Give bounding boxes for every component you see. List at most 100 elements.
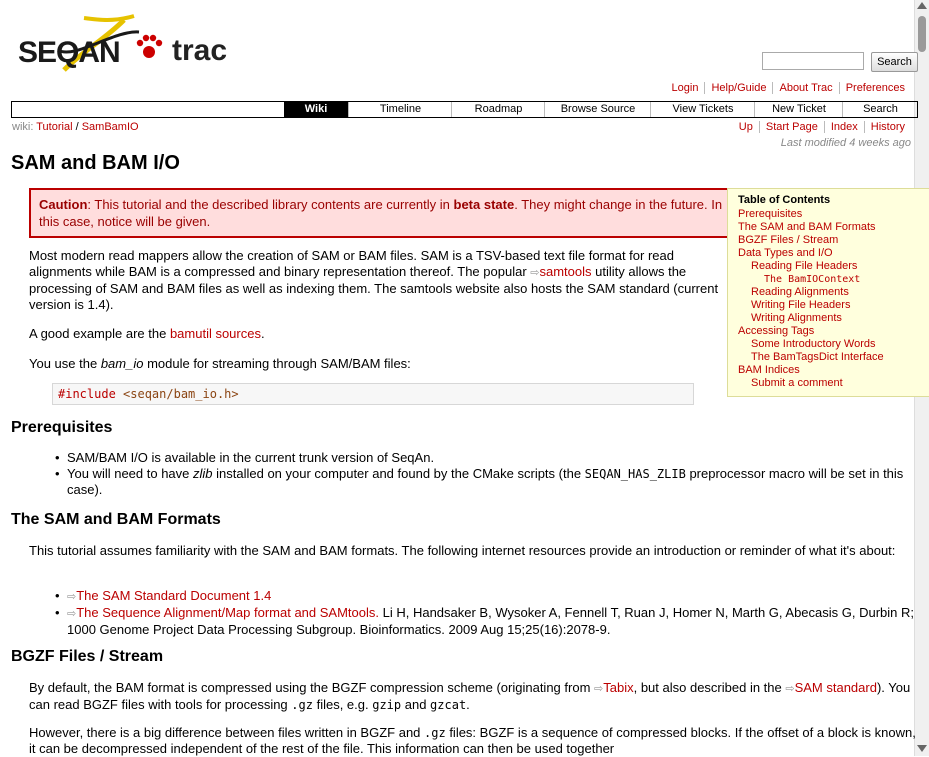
page-title: SAM and BAM I/O <box>11 152 180 174</box>
gz-code: .gz <box>291 698 313 712</box>
scroll-down-arrow-icon[interactable] <box>917 745 927 752</box>
external-link-icon: ⇨ <box>594 683 604 695</box>
sam-standard-link[interactable]: The SAM Standard Document 1.4 <box>76 588 271 603</box>
nav-tab-view-tickets[interactable]: View Tickets <box>650 102 755 117</box>
scroll-up-arrow-icon[interactable] <box>917 2 927 9</box>
external-link-icon: ⇨ <box>785 683 795 695</box>
prerequisites-list: SAM/BAM I/O is available in the current … <box>55 450 929 498</box>
code-directive: #include <box>58 387 116 401</box>
toc-item[interactable]: Data Types and I/O <box>738 247 920 260</box>
samtools-link[interactable]: samtools <box>539 264 591 279</box>
example-text-end: . <box>260 326 265 341</box>
index-link[interactable]: Index <box>823 121 864 133</box>
heading-bgzf: BGZF Files / Stream <box>11 648 164 665</box>
module-name: bam_io <box>100 356 144 371</box>
zlib-text: zlib <box>193 466 213 481</box>
list-item: ⇨The SAM Standard Document 1.4 <box>55 588 915 605</box>
last-modified-label: Last modified <box>780 137 847 149</box>
list-item: You will need to have zlib installed on … <box>55 466 929 498</box>
caution-beta-state: beta state <box>453 197 515 212</box>
prereq-text-2: installed on your computer and found by … <box>212 466 585 481</box>
last-modified-ago-link[interactable]: 4 weeks ago <box>849 137 911 149</box>
toc-title: Table of Contents <box>738 194 831 206</box>
external-link-icon: ⇨ <box>67 608 77 620</box>
logo-trac-text: trac <box>172 34 228 67</box>
breadcrumb-sambamio[interactable]: SamBamIO <box>82 121 139 133</box>
list-item: ⇨The Sequence Alignment/Map format and S… <box>55 605 915 638</box>
logo-seqan-text: SEQAN <box>18 36 121 69</box>
toc-item[interactable]: Accessing Tags <box>738 325 920 338</box>
meta-navigation: Login Help/Guide About Trac Preferences <box>666 82 911 94</box>
toc-item[interactable]: Reading Alignments <box>738 286 920 299</box>
breadcrumb: wiki: Tutorial / SamBamIO <box>12 121 139 133</box>
intro-paragraph: Most modern read mappers allow the creat… <box>29 248 719 313</box>
preferences-link[interactable]: Preferences <box>838 82 911 94</box>
search-button[interactable]: Search <box>871 52 918 72</box>
login-link[interactable]: Login <box>666 82 705 94</box>
toc-item[interactable]: Some Introductory Words <box>738 338 920 351</box>
module-text-1: You use the <box>29 356 101 371</box>
bgzf-text-1: By default, the BAM format is compressed… <box>29 680 595 695</box>
breadcrumb-tutorial[interactable]: Tutorial <box>36 121 72 133</box>
sam-standard-link-2[interactable]: SAM standard <box>795 680 877 695</box>
nav-tab-roadmap[interactable]: Roadmap <box>451 102 545 117</box>
gz-code-2: .gz <box>424 726 446 740</box>
caution-text-1: : This tutorial and the described librar… <box>87 197 454 212</box>
toc-item[interactable]: Submit a comment <box>738 377 920 390</box>
toc-item[interactable]: Prerequisites <box>738 208 920 221</box>
nav-tab-wiki[interactable]: Wiki <box>284 102 348 117</box>
prereq-text-1: You will need to have <box>67 466 194 481</box>
code-block: #include <seqan/bam_io.h> <box>52 383 694 405</box>
caution-label: Caution <box>39 197 88 212</box>
bgzf-paragraph-2: However, there is a big difference betwe… <box>29 725 917 757</box>
bgzf-text-2: , but also described in the <box>633 680 786 695</box>
search-input[interactable] <box>762 52 864 70</box>
start-page-link[interactable]: Start Page <box>758 121 824 133</box>
bgzf-text-5: and <box>401 697 431 712</box>
example-paragraph: A good example are the bamutil sources. <box>29 326 719 342</box>
nav-tab-new-ticket[interactable]: New Ticket <box>754 102 843 117</box>
heading-sam-bam-formats: The SAM and BAM Formats <box>11 511 221 528</box>
nav-tab-timeline[interactable]: Timeline <box>348 102 452 117</box>
nav-tab-browse-source[interactable]: Browse Source <box>544 102 651 117</box>
external-link-icon: ⇨ <box>67 591 77 603</box>
bgzf-text-6: . <box>466 697 470 712</box>
table-of-contents: Table of Contents Prerequisites The SAM … <box>727 188 929 397</box>
bamutil-sources-link[interactable]: bamutil sources <box>170 326 261 341</box>
example-text: A good example are the <box>29 326 170 341</box>
main-navigation: Wiki Timeline Roadmap Browse Source View… <box>11 101 918 118</box>
scrollbar-thumb[interactable] <box>918 16 926 52</box>
about-trac-link[interactable]: About Trac <box>772 82 839 94</box>
code-header: <seqan/bam_io.h> <box>123 387 239 401</box>
toc-item[interactable]: Reading File Headers <box>738 260 920 273</box>
context-navigation: Up Start Page Index History <box>733 121 911 133</box>
heading-prerequisites: Prerequisites <box>11 419 113 436</box>
nav-tab-search[interactable]: Search <box>842 102 918 117</box>
toc-item[interactable]: Writing Alignments <box>738 312 920 325</box>
bgzf-text-4: files, e.g. <box>312 697 373 712</box>
seqan-has-zlib-code: SEQAN_HAS_ZLIB <box>584 467 686 481</box>
bgzf2-text-1: However, there is a big difference betwe… <box>29 725 425 740</box>
history-link[interactable]: History <box>863 121 911 133</box>
tabix-link[interactable]: Tabix <box>603 680 633 695</box>
breadcrumb-prefix: wiki: <box>12 121 34 133</box>
paw-print-icon <box>136 34 163 58</box>
toc-item[interactable]: The BamTagsDict Interface <box>738 351 920 364</box>
gzcat-code: gzcat <box>430 698 467 712</box>
last-modified: Last modified 4 weeks ago <box>781 137 911 149</box>
formats-paragraph: This tutorial assumes familiarity with t… <box>29 543 896 558</box>
toc-item[interactable]: The BamIOContext <box>738 273 920 286</box>
toc-item[interactable]: Writing File Headers <box>738 299 920 312</box>
toc-item[interactable]: BAM Indices <box>738 364 920 377</box>
seqan-trac-logo[interactable]: SEQAN trac <box>14 10 234 80</box>
up-link[interactable]: Up <box>733 121 759 133</box>
module-text-2: module for streaming through SAM/BAM fil… <box>143 356 411 371</box>
module-paragraph: You use the bam_io module for streaming … <box>29 356 719 372</box>
formats-list: ⇨The SAM Standard Document 1.4 ⇨The Sequ… <box>55 588 915 638</box>
samtools-paper-link[interactable]: The Sequence Alignment/Map format and SA… <box>76 605 379 620</box>
toc-item[interactable]: The SAM and BAM Formats <box>738 221 920 234</box>
gzip-code: gzip <box>372 698 402 712</box>
help-guide-link[interactable]: Help/Guide <box>704 82 773 94</box>
caution-box: Caution: This tutorial and the described… <box>29 188 741 238</box>
toc-item[interactable]: BGZF Files / Stream <box>738 234 920 247</box>
